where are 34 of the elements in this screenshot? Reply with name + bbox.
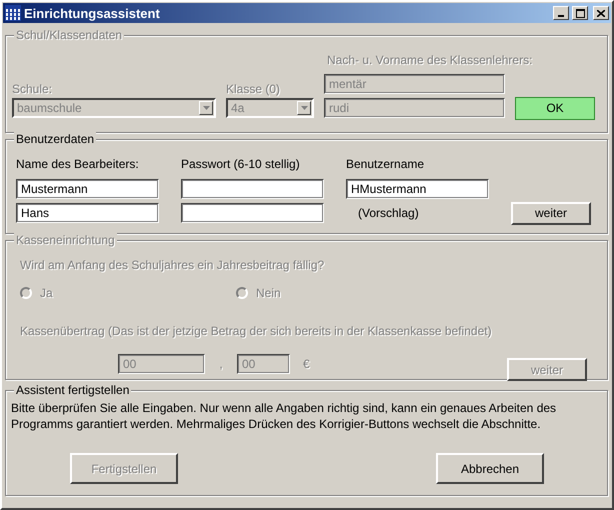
input-field[interactable]: Mustermann [16,179,159,199]
close-button[interactable] [593,6,609,20]
next-button[interactable]: weiter [511,202,591,224]
group-title: Kasseneinrichtung [14,233,117,247]
dropdown-arrow-icon [202,106,210,110]
group-title: Assistent fertigstellen [14,383,132,397]
app-icon [5,5,21,21]
question-text: Wird am Anfang des Schuljahres ein Jahresbeitrag fällig? [20,258,324,272]
field-label: Klasse (0) [226,82,282,96]
group-title: Benutzerdaten [14,132,96,146]
maximize-icon [576,8,584,18]
cancel-button[interactable]: Abbrechen [436,453,544,484]
password-field[interactable] [181,203,324,223]
field-label: Passwort (6-10 stellig) [181,157,301,171]
input-field[interactable]: HMustermann [346,179,489,199]
group-title: Schul/Klassendaten [14,28,124,42]
window-title: Einrichtungsassistent [24,6,161,20]
password-field[interactable] [181,179,324,199]
field-label: Benutzername [346,157,426,171]
close-icon [597,10,605,16]
field-label: Schule: [12,82,54,96]
currency-text: € [303,356,311,370]
field-label: Kassenübertrag (Das ist der jetzige Betrag der sich bereits in der Klassenkasse befindet) [20,324,492,338]
field-label: Nach- u. Vorname des Klassenlehrers: [326,53,532,67]
minimize-button[interactable] [553,6,569,20]
separator-text: , [218,356,224,370]
dropdown-arrow-icon [300,106,308,110]
input-field[interactable]: Hans [16,203,159,223]
radio-label: Nein [256,286,281,300]
instruction-text: Bitte überprüfen Sie alle Eingaben. Nur wenn alle Angaben richtig sind, kann ein genaues Arbeiten des Programms garantiert werden. Mehrmaliges Drücken des Korrigier-Buttons wechselt die Abschnitte. [11,400,558,432]
hint-text: (Vorschlag) [357,206,420,220]
radio-label: Ja [40,286,53,300]
maximize-button[interactable] [572,6,588,20]
field-label: Name des Bearbeiters: [16,157,140,171]
